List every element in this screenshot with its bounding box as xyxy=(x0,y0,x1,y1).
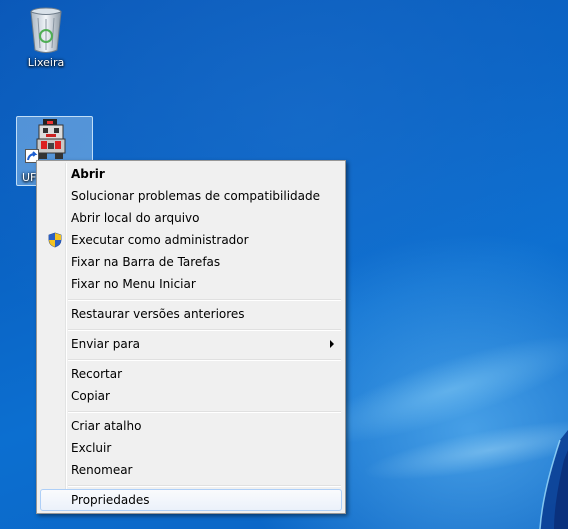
menu-item-label: Renomear xyxy=(71,463,133,477)
menu-item-fixar-menu-iniciar[interactable]: Fixar no Menu Iniciar xyxy=(40,273,342,295)
menu-item-restaurar-versoes[interactable]: Restaurar versões anteriores xyxy=(40,303,342,325)
submenu-arrow-icon xyxy=(330,340,334,348)
menu-item-excluir[interactable]: Excluir xyxy=(40,437,342,459)
menu-item-label: Fixar na Barra de Tarefas xyxy=(71,255,221,269)
menu-item-criar-atalho[interactable]: Criar atalho xyxy=(40,415,342,437)
recycle-bin-desktop-icon[interactable]: Lixeira xyxy=(20,4,72,69)
menu-separator xyxy=(68,299,341,301)
menu-item-label: Restaurar versões anteriores xyxy=(71,307,245,321)
menu-item-label: Enviar para xyxy=(71,337,140,351)
recycle-bin-icon xyxy=(30,7,62,53)
menu-separator xyxy=(68,329,341,331)
desktop-background[interactable]: Lixeira UF Abrir Solucionar problemas de… xyxy=(0,0,568,529)
menu-item-label: Executar como administrador xyxy=(71,233,249,247)
menu-item-label: Propriedades xyxy=(71,493,150,507)
menu-item-label: Recortar xyxy=(71,367,123,381)
menu-item-renomear[interactable]: Renomear xyxy=(40,459,342,481)
context-menu: Abrir Solucionar problemas de compatibil… xyxy=(36,160,346,514)
menu-item-label: Criar atalho xyxy=(71,419,142,433)
menu-item-executar-como-administrador[interactable]: Executar como administrador xyxy=(40,229,342,251)
menu-item-solucionar-problemas[interactable]: Solucionar problemas de compatibilidade xyxy=(40,185,342,207)
menu-item-abrir-local[interactable]: Abrir local do arquivo xyxy=(40,207,342,229)
menu-item-label: Copiar xyxy=(71,389,110,403)
menu-item-abrir[interactable]: Abrir xyxy=(40,163,342,185)
uac-shield-icon xyxy=(48,232,62,248)
menu-separator xyxy=(68,359,341,361)
menu-item-label: Excluir xyxy=(71,441,112,455)
menu-separator xyxy=(68,411,341,413)
menu-item-fixar-barra-tarefas[interactable]: Fixar na Barra de Tarefas xyxy=(40,251,342,273)
menu-item-copiar[interactable]: Copiar xyxy=(40,385,342,407)
uf-shortcut-label: UF xyxy=(22,171,37,184)
menu-separator xyxy=(68,485,341,487)
menu-item-propriedades[interactable]: Propriedades xyxy=(40,489,342,511)
recycle-bin-label: Lixeira xyxy=(27,56,65,69)
menu-item-label: Solucionar problemas de compatibilidade xyxy=(71,189,320,203)
menu-item-enviar-para[interactable]: Enviar para xyxy=(40,333,342,355)
menu-item-label: Abrir local do arquivo xyxy=(71,211,200,225)
menu-item-label: Fixar no Menu Iniciar xyxy=(71,277,196,291)
menu-item-label: Abrir xyxy=(71,167,105,181)
menu-item-recortar[interactable]: Recortar xyxy=(40,363,342,385)
windows-logo-graphic xyxy=(539,430,568,529)
